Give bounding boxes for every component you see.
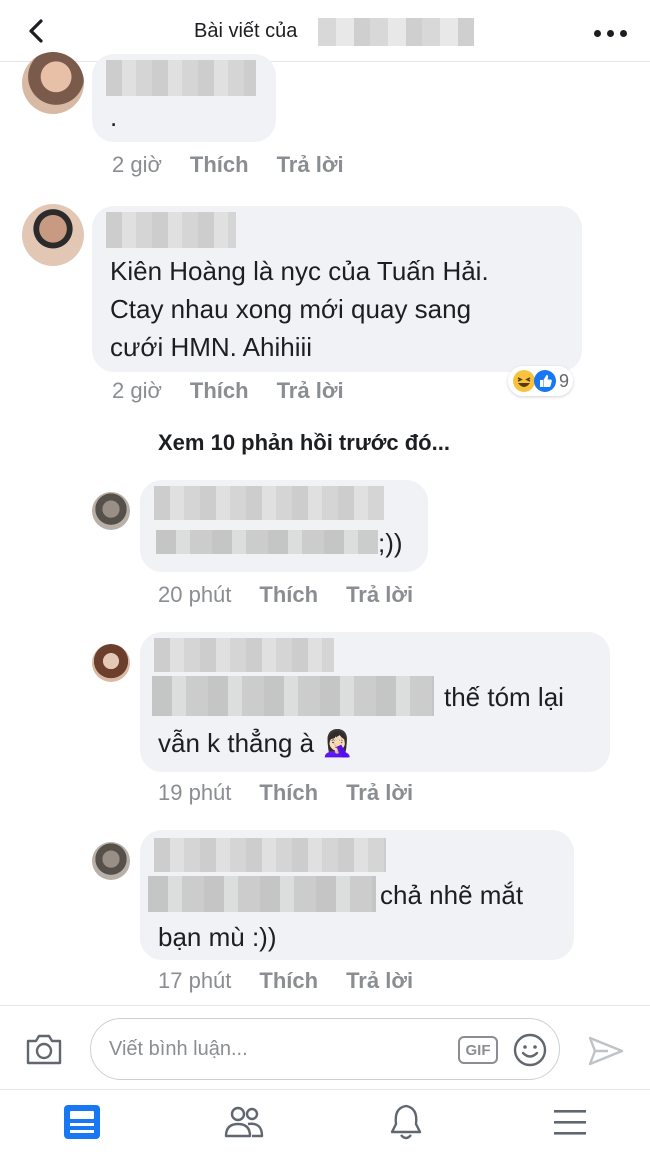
more-options-icon[interactable] [592,30,632,40]
comment-text: . [110,102,118,132]
reply-bubble: ;)) [140,480,428,572]
bottom-tab-bar [0,1089,650,1155]
reply-time: 20 phút [158,582,232,607]
blurred-reply-text [156,530,378,554]
page-title: Bài viết của [194,20,298,42]
reply-time: 19 phút [158,780,232,805]
like-reaction-icon [534,370,556,392]
reply-meta: 20 phút Thích Trả lời [158,582,413,608]
reply-text-line: bạn mù :)) [158,922,277,952]
like-button[interactable]: Thích [259,780,318,805]
blurred-commenter-name [106,60,256,96]
top-bar: Bài viết của [0,0,650,62]
blurred-commenter-name [154,486,384,520]
reply-meta: 17 phút Thích Trả lời [158,968,413,994]
reply-meta: 19 phút Thích Trả lời [158,780,413,806]
blurred-reply-text [148,876,376,912]
back-arrow-icon[interactable] [22,16,52,46]
blurred-reply-text [152,676,434,716]
reply-button[interactable]: Trả lời [277,378,344,403]
reply-button[interactable]: Trả lời [346,780,413,805]
reply-button[interactable]: Trả lời [277,152,344,177]
reply-button[interactable]: Trả lời [346,582,413,607]
blurred-commenter-name [154,638,334,672]
reply-time: 17 phút [158,968,232,993]
comment-composer: GIF [0,1005,650,1089]
blurred-author-name [318,18,474,46]
friends-icon[interactable] [222,1102,266,1142]
like-button[interactable]: Thích [259,582,318,607]
camera-icon[interactable] [24,1032,64,1066]
reaction-summary[interactable]: 9 [508,366,574,396]
avatar[interactable] [22,52,84,114]
comment-time: 2 giờ [112,378,162,403]
avatar[interactable] [92,644,130,682]
gif-button[interactable]: GIF [458,1036,498,1064]
reply-text-line: thế tóm lại [444,682,564,712]
reply-button[interactable]: Trả lời [346,968,413,993]
blurred-commenter-name [106,212,236,248]
reaction-count: 9 [559,370,570,391]
comment-text-line: Ctay nhau xong mới quay sang [110,294,472,324]
reply-text: ;)) [378,528,403,558]
blurred-commenter-name [154,838,386,872]
comment-meta: 2 giờ Thích Trả lời [112,152,344,178]
comment-bubble: . [92,54,276,142]
comment-bubble: Kiên Hoàng là nyc của Tuấn Hải. Ctay nha… [92,206,582,372]
comment-text-line: cưới HMN. Ahihiii [110,332,313,362]
reply-text-line: chả nhẽ mắt [380,880,524,910]
reply-bubble: thế tóm lại vẫn k thẳng à 🤦🏻‍♀️ [140,632,610,772]
avatar[interactable] [92,492,130,530]
comment-meta: 2 giờ Thích Trả lời [112,378,344,404]
emoji-icon[interactable] [512,1032,548,1068]
send-icon[interactable] [586,1034,626,1068]
comment-time: 2 giờ [112,152,162,177]
reply-text-line: vẫn k thẳng à 🤦🏻‍♀️ [158,728,354,758]
reply-bubble: chả nhẽ mắt bạn mù :)) [140,830,574,960]
avatar[interactable] [92,842,130,880]
view-previous-replies-link[interactable]: Xem 10 phản hồi trước đó... [158,430,450,456]
comment-text-line: Kiên Hoàng là nyc của Tuấn Hải. [110,256,489,286]
avatar[interactable] [22,204,84,266]
like-button[interactable]: Thích [190,152,249,177]
menu-icon[interactable] [548,1102,592,1142]
notifications-bell-icon[interactable] [384,1102,428,1142]
like-button[interactable]: Thích [259,968,318,993]
like-button[interactable]: Thích [190,378,249,403]
news-feed-icon[interactable] [60,1102,104,1142]
